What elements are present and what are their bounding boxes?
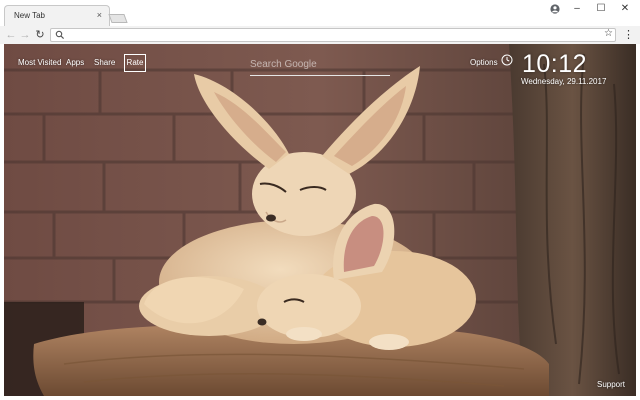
address-input[interactable] (67, 29, 597, 41)
support-link[interactable]: Support (597, 380, 625, 389)
tab-close-icon[interactable]: × (97, 10, 102, 20)
menu-icon[interactable]: ⋮ (623, 28, 634, 42)
address-bar[interactable] (50, 28, 616, 42)
clock-date: Wednesday, 29.11.2017 (521, 77, 607, 86)
most-visited-link[interactable]: Most Visited (18, 58, 61, 67)
share-link[interactable]: Share (94, 58, 115, 67)
apps-link[interactable]: Apps (66, 58, 84, 67)
tab-strip: New Tab × – ☐ ✕ (0, 0, 640, 26)
google-search-box (250, 52, 390, 76)
search-input[interactable] (250, 56, 390, 72)
tab-new-tab[interactable]: New Tab × (4, 5, 110, 26)
new-tab-page: Most Visited Apps Share Rate Options 10:… (4, 44, 636, 396)
new-tab-button[interactable] (108, 14, 128, 23)
rate-button[interactable]: Rate (124, 54, 146, 72)
clock-icon[interactable] (501, 54, 513, 66)
wallpaper-fennec-foxes (4, 44, 636, 396)
profile-icon[interactable] (550, 4, 560, 14)
browser-chrome: New Tab × – ☐ ✕ ← → ↻ ☆ ⋮ (0, 0, 640, 44)
reload-button[interactable]: ↻ (33, 28, 47, 42)
clock-time: 10:12 (522, 50, 588, 78)
bookmark-star-icon[interactable]: ☆ (604, 28, 613, 39)
minimize-button[interactable]: – (566, 2, 588, 16)
close-window-button[interactable]: ✕ (614, 2, 636, 16)
maximize-button[interactable]: ☐ (590, 2, 612, 16)
back-button[interactable]: ← (4, 28, 18, 42)
options-link[interactable]: Options (470, 58, 498, 67)
forward-button[interactable]: → (18, 28, 32, 42)
tab-title: New Tab (14, 11, 45, 20)
search-icon (55, 30, 65, 40)
browser-toolbar: ← → ↻ ☆ ⋮ (0, 26, 640, 44)
